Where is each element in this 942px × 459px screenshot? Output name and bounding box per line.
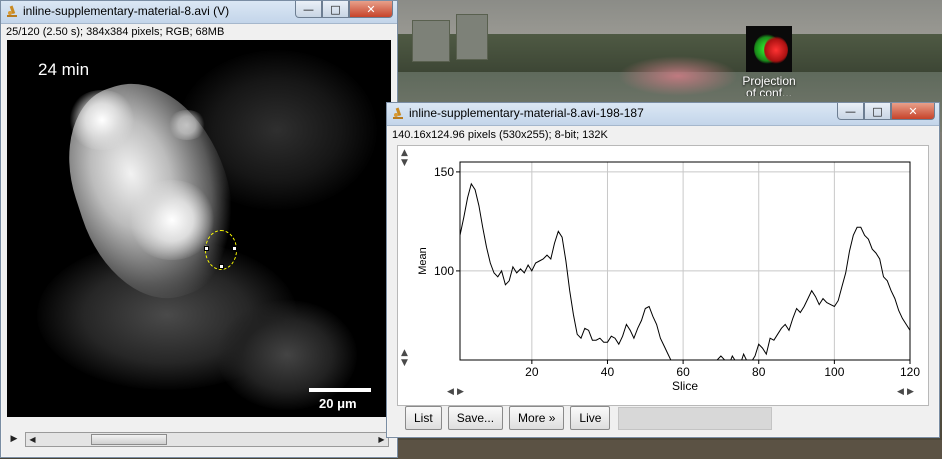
bright-cell-region: [67, 90, 137, 150]
maximize-button[interactable]: □: [864, 103, 891, 120]
scroll-left-button[interactable]: ◀: [26, 433, 39, 446]
save-button[interactable]: Save...: [447, 406, 504, 430]
minimize-button[interactable]: —: [837, 103, 864, 120]
y-axis-label: Mean: [417, 247, 429, 275]
profile-chart: 20 40 60 80 100 120 100 150 Slice Mean: [417, 161, 920, 393]
x-min-spin-left[interactable]: ◀: [447, 388, 454, 397]
roi-handle[interactable]: [219, 264, 224, 269]
slice-slider-track[interactable]: ◀ ▶: [25, 431, 389, 447]
y-min-spin-up[interactable]: ▲: [401, 349, 408, 358]
x-max-spin-right[interactable]: ▶: [907, 388, 914, 397]
imagej-microscope-icon: [393, 107, 403, 119]
desktop-icon-label-cont: of conf...: [745, 88, 793, 96]
plot-status-field: [618, 406, 773, 430]
close-button[interactable]: ✕: [349, 1, 393, 18]
window-controls: — □ ✕: [295, 1, 393, 19]
y-max-spin-down[interactable]: ▼: [401, 159, 408, 168]
y-tick-label: 100: [434, 264, 454, 278]
roi-handle[interactable]: [204, 246, 209, 251]
desktop-icon-projection[interactable]: Projection of conf...: [735, 26, 803, 96]
plot-button-row: List Save... More » Live: [405, 406, 773, 430]
background-cell: [217, 300, 357, 410]
y-tick-label: 150: [434, 165, 454, 179]
desktop-icon-label: Projection: [742, 74, 796, 88]
y-max-spin-up[interactable]: ▲: [401, 149, 408, 158]
imagej-microscope-icon: [7, 5, 17, 17]
stack-scrollbar[interactable]: ▶ ◀ ▶: [7, 431, 389, 447]
projection-thumbnail-icon: [746, 26, 792, 72]
x-max-spin-left[interactable]: ◀: [897, 388, 904, 397]
plot-canvas[interactable]: 20 40 60 80 100 120 100 150 Slice Mean: [397, 145, 929, 406]
wallpaper-building: [456, 14, 488, 60]
bright-cell-region: [167, 110, 207, 140]
close-button[interactable]: ✕: [891, 103, 935, 120]
red-channel-blob: [764, 36, 788, 64]
slice-slider-thumb[interactable]: [91, 433, 167, 445]
roi-handle[interactable]: [232, 246, 237, 251]
image-info-text: 25/120 (2.50 s); 384x384 pixels; RGB; 68…: [6, 26, 225, 38]
plot-info-text: 140.16x124.96 pixels (530x255); 8-bit; 1…: [392, 129, 608, 141]
x-axis-label: Slice: [672, 379, 698, 393]
x-tick-label: 40: [601, 365, 615, 379]
x-tick-label: 100: [824, 365, 844, 379]
x-tick-label: 20: [525, 365, 539, 379]
plot-window-title: inline-supplementary-material-8.avi-198-…: [409, 106, 644, 120]
x-tick-label: 60: [676, 365, 690, 379]
x-tick-label: 80: [752, 365, 766, 379]
scale-bar-label: 20 μm: [319, 396, 357, 411]
plot-window-titlebar[interactable]: inline-supplementary-material-8.avi-198-…: [387, 103, 939, 126]
x-min-spin-right[interactable]: ▶: [457, 388, 464, 397]
plot-window[interactable]: inline-supplementary-material-8.avi-198-…: [386, 102, 940, 438]
x-tick-label: 120: [900, 365, 920, 379]
wallpaper-ground: [398, 440, 942, 459]
timestamp-label: 24 min: [38, 60, 90, 79]
microscopy-image-canvas[interactable]: 24 min 20 μm: [7, 40, 391, 417]
list-button[interactable]: List: [405, 406, 442, 430]
y-min-spin-down[interactable]: ▼: [401, 359, 408, 368]
minimize-button[interactable]: —: [295, 1, 322, 18]
wallpaper-building: [412, 20, 450, 62]
wallpaper-flowers: [618, 56, 738, 96]
scale-bar: [309, 388, 371, 392]
image-window[interactable]: inline-supplementary-material-8.avi (V) …: [0, 0, 398, 458]
mean-profile-line: [460, 182, 910, 360]
live-button[interactable]: Live: [570, 406, 611, 430]
plot-frame: [459, 161, 911, 361]
more-button[interactable]: More »: [509, 406, 565, 430]
image-window-titlebar[interactable]: inline-supplementary-material-8.avi (V) …: [1, 1, 397, 24]
image-window-title: inline-supplementary-material-8.avi (V): [23, 4, 230, 18]
maximize-button[interactable]: □: [322, 1, 349, 18]
play-animation-button[interactable]: ▶: [7, 432, 21, 446]
window-controls: — □ ✕: [837, 103, 935, 121]
